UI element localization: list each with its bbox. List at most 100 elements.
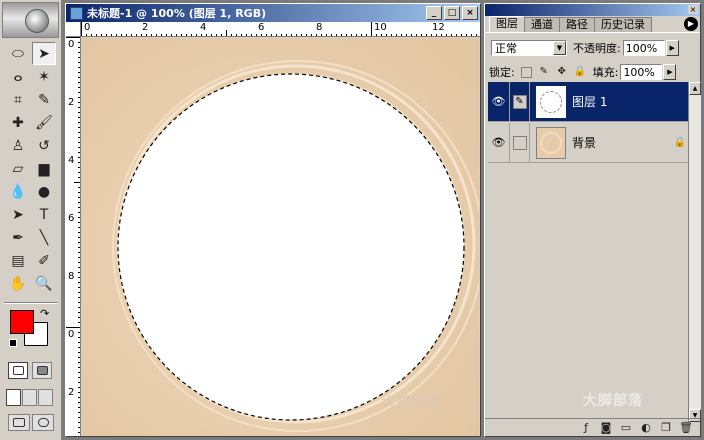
brush-link-cell[interactable]: ✎ [510,81,530,122]
lock-position-icon[interactable]: ✥ [556,66,568,78]
new-set-button[interactable]: ▭ [618,421,634,435]
fill-field[interactable]: 100% [620,64,663,80]
photoshop-logo[interactable] [2,2,59,38]
close-button[interactable]: × [462,6,478,20]
fill-label: 填充: [592,66,619,79]
foreground-color-swatch[interactable] [10,310,34,334]
lock-label: 锁定: [489,66,515,79]
vertical-ruler[interactable]: 0 2 4 6 8 0 2 [66,37,81,436]
fill-slider-button[interactable]: ▶ [663,64,677,80]
ruler-label: 4 [68,155,75,166]
toolbox-separator [4,302,58,304]
adjustment-layer-button[interactable]: ◐ [638,421,654,435]
full-screen-menu-mode-button[interactable] [22,389,37,406]
eyedropper-tool[interactable]: ✐ [32,249,56,272]
lock-transparency-icon[interactable] [520,66,532,78]
history-brush-tool[interactable]: ↺ [32,134,56,157]
eye-icon[interactable]: 👁 [488,81,510,122]
ruler-label: 6 [68,213,75,224]
tool-grid: ⬭ ➤ ⴰ ✶ ⌗ ✎ ✚ 🖌 ♙ ↺ ▱ ▆ 💧 ● ➤ T ✒ ╲ ▤ ✐ ✋ 🔍 [6,42,58,295]
horizontal-ruler[interactable]: 0 2 4 6 8 10 12 [81,22,480,37]
eraser-tool[interactable]: ▱ [6,157,30,180]
healing-brush-tool[interactable]: ✚ [6,111,30,134]
gradient-tool[interactable]: ▆ [32,157,56,180]
minimize-button[interactable]: _ [426,6,442,20]
toolbox: ⬭ ➤ ⴰ ✶ ⌗ ✎ ✚ 🖌 ♙ ↺ ▱ ▆ 💧 ● ➤ T ✒ ╲ ▤ ✐ ✋ 🔍 ↷ [0,0,62,440]
opacity-slider-button[interactable]: ▶ [665,40,679,56]
marquee-tool[interactable]: ⬭ [6,42,30,65]
document-canvas[interactable]: 大脚部落 [82,38,479,436]
blend-mode-select[interactable]: 正常 ▼ [491,40,567,56]
slice-tool[interactable]: ✎ [32,88,56,111]
full-screen-mode-button[interactable] [38,389,53,406]
tab-layers[interactable]: 图层 [489,16,525,32]
standard-mode-button[interactable] [8,362,28,379]
crop-tool[interactable]: ⌗ [6,88,30,111]
scroll-up-button[interactable]: ▲ [689,82,701,95]
opacity-label: 不透明度: [573,42,621,55]
ruler-label: 12 [432,22,445,33]
swap-colors-icon[interactable]: ↷ [40,307,49,320]
new-layer-button[interactable]: ❐ [658,421,674,435]
jump-to-imageready-button[interactable] [8,414,30,431]
canvas-artwork [82,38,479,436]
add-mask-button[interactable]: ◙ [598,421,614,435]
ruler-label: 0 [68,39,75,50]
brush-tool[interactable]: 🖌 [32,111,56,134]
type-tool[interactable]: T [32,203,56,226]
lock-icon: 🔒 [673,137,687,148]
jump-to-imageready-alt-button[interactable] [32,414,54,431]
layer-name[interactable]: 图层 1 [572,93,688,110]
line-tool[interactable]: ╲ [32,226,56,249]
blend-opacity-row: 正常 ▼ 不透明度: 100% ▶ [491,40,679,56]
path-selection-tool[interactable]: ➤ [6,203,30,226]
blend-mode-value: 正常 [495,42,517,55]
palette-title-bar[interactable]: × [485,4,700,16]
chevron-down-icon: ▼ [553,41,566,55]
hand-tool[interactable]: ✋ [6,272,30,295]
eye-icon[interactable]: 👁 [488,122,510,163]
layer-row-layer1[interactable]: 👁 ✎ 图层 1 [488,81,688,122]
ruler-origin[interactable] [66,22,81,37]
ruler-label: 4 [200,22,207,33]
delete-layer-button[interactable]: 🗑 [678,421,694,435]
move-tool[interactable]: ➤ [32,42,56,65]
layer-name[interactable]: 背景 [572,134,672,151]
default-colors-icon[interactable] [9,339,17,347]
clone-stamp-tool[interactable]: ♙ [6,134,30,157]
tab-paths[interactable]: 路径 [559,17,595,32]
notes-tool[interactable]: ▤ [6,249,30,272]
ruler-label: 0 [84,22,91,33]
palette-menu-button[interactable]: ▶ [684,17,698,31]
document-title-bar[interactable]: 未标题-1 @ 100% (图层 1, RGB) _ □ × [66,4,480,22]
blur-tool[interactable]: 💧 [6,180,30,203]
zoom-tool[interactable]: 🔍 [32,272,56,295]
ruler-label: 2 [68,97,75,108]
link-cell[interactable] [510,122,530,163]
lock-all-icon[interactable]: 🔒 [574,66,586,78]
pen-tool[interactable]: ✒ [6,226,30,249]
standard-screen-mode-button[interactable] [6,389,21,406]
tab-history[interactable]: 历史记录 [594,17,652,32]
layer-scrollbar[interactable]: ▲ ▼ [688,82,701,422]
layer-thumbnail [536,85,566,118]
ruler-label: 8 [68,271,75,282]
document-icon [70,6,83,20]
ruler-label: 8 [316,22,323,33]
ruler-label: 6 [258,22,265,33]
lasso-tool[interactable]: ⴰ [6,65,30,88]
quick-mask-mode-button[interactable] [32,362,52,379]
layer-style-button[interactable]: ƒ [578,421,594,435]
magic-wand-tool[interactable]: ✶ [32,65,56,88]
lock-image-pixels-icon[interactable]: ✎ [538,66,550,78]
layer-row-background[interactable]: 👁 背景 🔒 [488,122,688,163]
opacity-field[interactable]: 100% [622,40,665,56]
dodge-tool[interactable]: ● [32,180,56,203]
ruler-label: 2 [68,387,75,398]
canvas-watermark: 大脚部落 [382,395,442,411]
palette-close-button[interactable]: × [688,5,698,14]
lock-fill-row: 锁定: ✎ ✥ 🔒 填充: 100% ▶ [489,64,677,80]
tab-channels[interactable]: 通道 [524,17,560,32]
ruler-label: 10 [374,22,387,33]
maximize-button[interactable]: □ [444,6,460,20]
